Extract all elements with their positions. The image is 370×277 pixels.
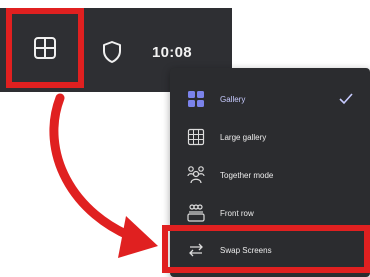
annotation-arrow: [49, 93, 158, 258]
